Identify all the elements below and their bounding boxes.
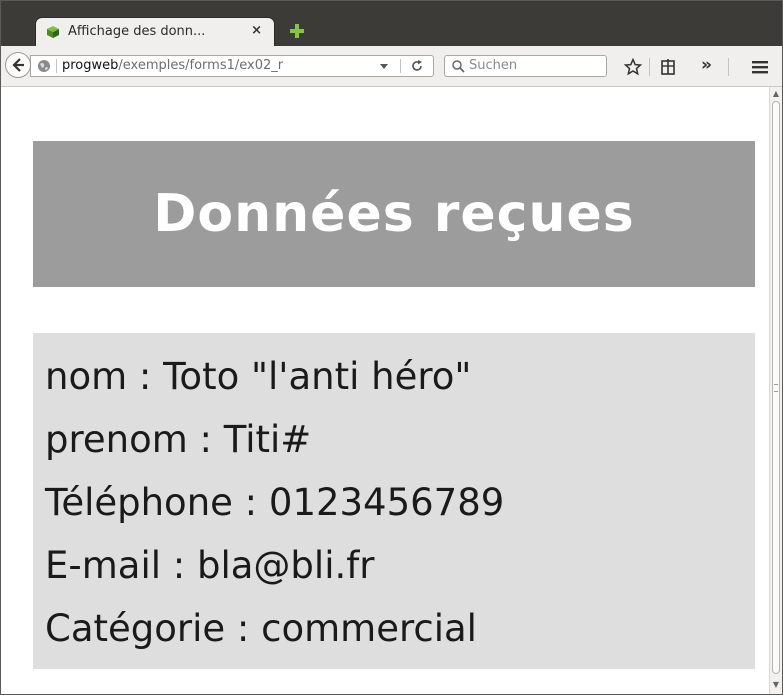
bookmarks-icon[interactable]: [659, 58, 677, 76]
url-separator: [56, 59, 57, 73]
overflow-button[interactable]: »: [701, 55, 712, 75]
field-telephone: Téléphone : 0123456789: [45, 481, 505, 524]
menu-icon[interactable]: [751, 58, 769, 76]
page-content: Données reçues nom : Toto "l'anti héro" …: [1, 87, 769, 694]
field-nom: nom : Toto "l'anti héro": [45, 355, 472, 398]
page-title: Données reçues: [153, 184, 635, 244]
reload-icon[interactable]: [410, 59, 424, 73]
new-tab-plus-icon[interactable]: [289, 23, 305, 39]
star-icon[interactable]: [624, 58, 642, 76]
url-text[interactable]: progweb/exemples/forms1/ex02_r: [62, 58, 364, 73]
vertical-scrollbar[interactable]: ▲ ▼: [769, 87, 782, 694]
toolbar-separator: [649, 58, 650, 76]
field-email: E-mail : bla@bli.fr: [45, 544, 375, 587]
nav-toolbar: progweb/exemples/forms1/ex02_r Suchen »: [1, 46, 782, 87]
search-icon: [452, 60, 465, 73]
scroll-down-arrow-icon[interactable]: ▼: [771, 680, 781, 692]
dropdown-icon[interactable]: [379, 58, 389, 74]
scroll-up-arrow-icon[interactable]: ▲: [771, 89, 781, 101]
back-arrow-icon: [12, 58, 24, 72]
toolbar-separator: [728, 58, 729, 76]
search-placeholder: Suchen: [469, 58, 518, 73]
field-prenom: prenom : Titi#: [45, 418, 312, 461]
url-bar[interactable]: progweb/exemples/forms1/ex02_r: [30, 55, 434, 77]
cube-favicon-icon: [47, 26, 59, 38]
search-bar[interactable]: Suchen: [444, 55, 607, 77]
url-host: progweb: [62, 58, 119, 73]
url-path: /exemples/forms1/ex02_r: [118, 58, 284, 73]
scroll-grip: [774, 384, 778, 392]
tab-title: Affichage des donn...: [68, 24, 206, 39]
url-separator: [400, 59, 401, 73]
field-categorie: Catégorie : commercial: [45, 607, 477, 650]
tab-active[interactable]: Affichage des donn... ×: [35, 17, 275, 46]
received-data-panel: nom : Toto "l'anti héro" prenom : Titi# …: [33, 333, 755, 669]
scroll-thumb[interactable]: [772, 101, 780, 674]
tab-close-icon[interactable]: ×: [251, 23, 262, 38]
browser-window: Affichage des donn... × progweb/exemples…: [0, 0, 783, 695]
globe-icon: [38, 60, 50, 72]
heading-banner: Données reçues: [33, 141, 755, 287]
tab-strip: Affichage des donn... ×: [1, 1, 782, 46]
back-button[interactable]: [5, 52, 31, 78]
